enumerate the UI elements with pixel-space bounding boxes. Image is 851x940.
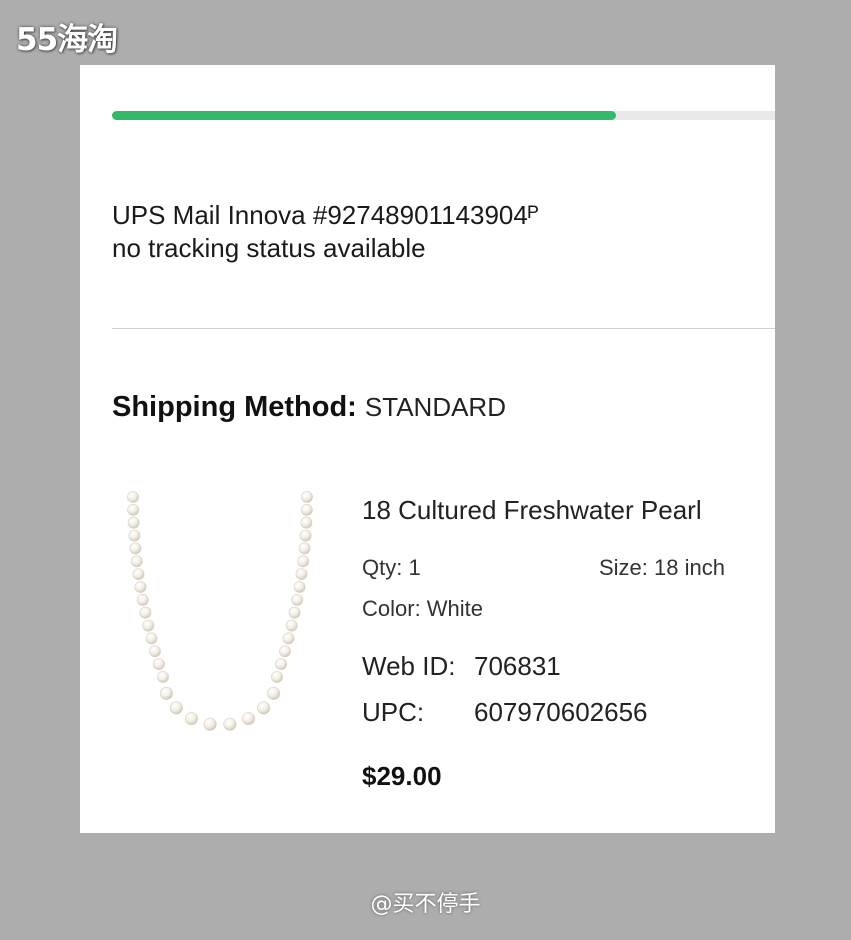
shipping-method-label: Shipping Method: [112,391,357,423]
product-color: Color: White [362,596,484,621]
pearl-bead [301,491,313,503]
pearl-bead [275,658,287,670]
pearl-bead [242,712,256,726]
pearl-bead [291,594,304,606]
upc-value: 607970602656 [474,697,648,727]
pearl-bead [257,701,271,715]
pearl-bead [297,555,310,568]
product-price: $29.00 [362,761,442,791]
pearl-bead [157,671,169,683]
pearl-bead [300,503,313,516]
product-size: Size: 18 inch [599,555,725,580]
tracking-info: UPS Mail Innova #92748901143904ᴾ no trac… [112,199,582,265]
web-id-row: Web ID: 706831 [362,651,561,682]
pearl-bead [132,568,145,580]
pearl-bead [134,581,147,593]
pearl-bead [282,632,295,645]
upc-label: UPC: [362,697,425,727]
shipping-method-value: STANDARD [364,392,506,422]
pearl-bead [142,619,155,632]
section-divider [112,328,775,329]
shipping-method: Shipping Method: STANDARD [112,391,506,424]
shipment-progress-fill [112,111,616,120]
pearl-bead [285,619,298,632]
web-id-label: Web ID: [362,651,456,681]
pearl-bead [279,645,291,658]
pearl-bead [271,671,283,683]
product-name[interactable]: 18 Cultured Freshwater Pearl [362,495,702,526]
pearl-bead [295,568,308,580]
pearl-bead [288,606,301,619]
pearl-bead [130,555,143,568]
pearl-bead [153,658,165,670]
web-id-value: 706831 [474,651,561,681]
tracking-number-link[interactable]: UPS Mail Innova #92748901143904ᴾ [112,199,582,232]
pearl-bead [145,632,158,645]
watermark-username: @买不停手 [370,892,481,917]
pearl-bead [298,542,311,555]
product-quantity: Qty: 1 [362,555,421,580]
pearl-bead [159,686,173,700]
pearl-bead [136,594,149,606]
pearl-bead [300,516,313,529]
pearl-bead [128,529,141,542]
pearl-bead [127,516,140,529]
pearl-bead [149,645,161,658]
shipment-progress-bar [112,111,775,120]
upc-row: UPC: 607970602656 [362,697,648,728]
pearl-bead [267,686,281,700]
pearl-bead [127,491,139,503]
pearl-bead [127,503,140,516]
pearl-bead [169,701,183,715]
pearl-bead [299,529,312,542]
pearl-bead [129,542,142,555]
tracking-status-text: no tracking status available [112,233,426,263]
order-status-card: UPS Mail Innova #92748901143904ᴾ no trac… [80,65,775,833]
pearl-necklace-image[interactable] [110,485,330,745]
pearl-bead [139,606,152,619]
watermark-logo: 55海淘 [16,22,118,58]
pearl-bead [185,712,199,726]
pearl-bead [293,581,306,593]
pearl-bead [203,717,217,731]
pearl-bead [223,717,237,731]
